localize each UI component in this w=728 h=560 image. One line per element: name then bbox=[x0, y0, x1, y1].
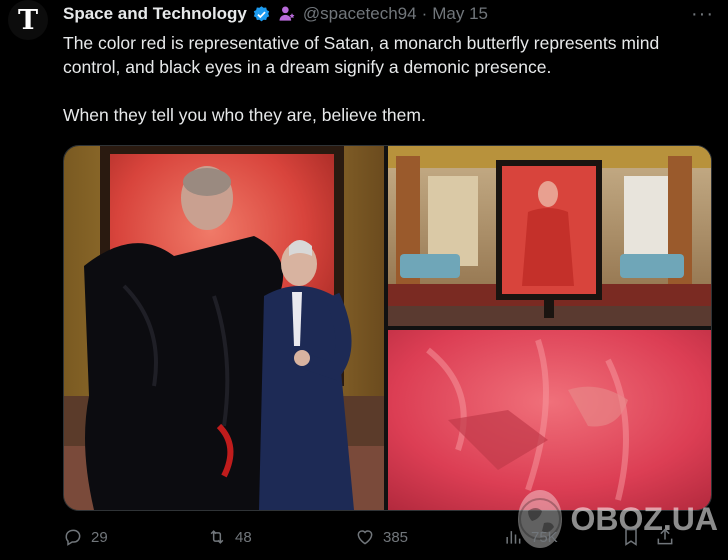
share-button[interactable] bbox=[655, 527, 685, 547]
tweet-header: Space and Technology @spacetech94 · May … bbox=[63, 3, 728, 25]
views-button[interactable]: 75K bbox=[503, 527, 621, 547]
reply-count: 29 bbox=[91, 528, 108, 546]
affiliate-badge-icon bbox=[279, 6, 295, 21]
tweet-line-1: The color red is representative of Satan… bbox=[63, 33, 660, 77]
retweet-button[interactable]: 48 bbox=[207, 527, 355, 547]
media-image-closeup[interactable] bbox=[388, 330, 711, 510]
media-grid bbox=[63, 145, 712, 511]
separator-dot: · bbox=[421, 4, 428, 23]
tweet-date[interactable]: May 15 bbox=[432, 4, 488, 24]
media-image-unveiling[interactable] bbox=[64, 146, 384, 510]
like-count: 385 bbox=[383, 528, 409, 546]
bookmark-icon bbox=[625, 528, 637, 546]
reply-button[interactable]: 29 bbox=[63, 527, 207, 547]
views-chart-icon bbox=[506, 531, 521, 544]
author-name[interactable]: Space and Technology bbox=[63, 4, 247, 24]
views-count: 75K bbox=[531, 528, 558, 546]
like-button[interactable]: 385 bbox=[355, 527, 503, 547]
author-avatar[interactable]: T bbox=[8, 0, 48, 40]
more-options-button[interactable]: ··· bbox=[691, 3, 714, 26]
action-bar: 29 48 385 75K bbox=[63, 522, 713, 552]
tweet-text: The color red is representative of Satan… bbox=[63, 31, 703, 127]
heart-icon bbox=[357, 530, 373, 545]
bookmark-button[interactable] bbox=[621, 527, 655, 547]
reply-icon bbox=[65, 529, 81, 546]
share-icon bbox=[657, 528, 673, 545]
retweet-icon bbox=[210, 530, 224, 544]
verified-badge-icon bbox=[253, 5, 270, 21]
tweet-line-2: When they tell you who they are, believe… bbox=[63, 105, 426, 125]
author-handle[interactable]: @spacetech94 bbox=[303, 4, 417, 24]
media-image-portrait-room[interactable] bbox=[388, 146, 711, 326]
retweet-count: 48 bbox=[235, 528, 252, 546]
avatar-letter: T bbox=[17, 4, 39, 36]
